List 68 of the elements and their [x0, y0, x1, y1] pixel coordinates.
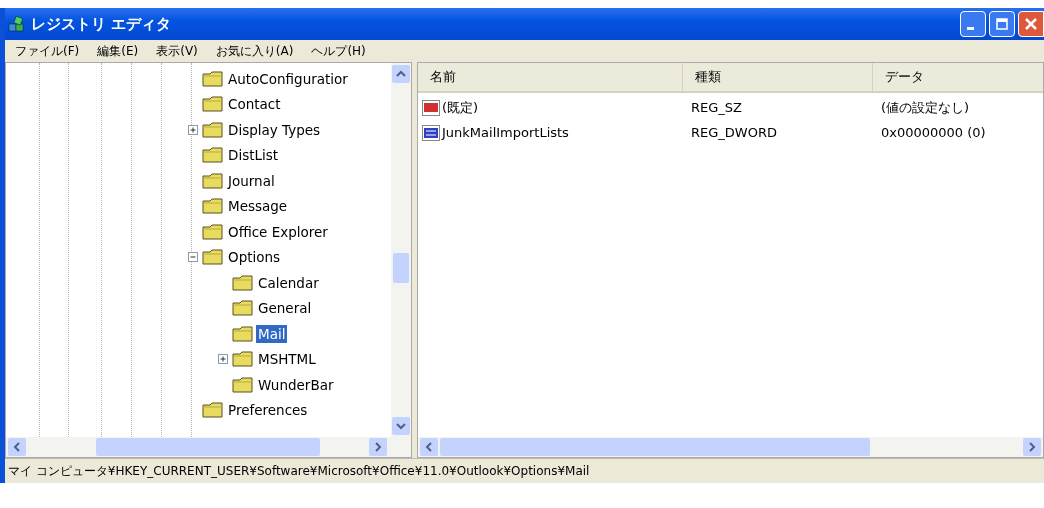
folder-icon: [232, 350, 254, 369]
close-button[interactable]: [1018, 11, 1044, 37]
collapse-icon[interactable]: [188, 252, 198, 263]
tree-item[interactable]: MSHTML: [256, 350, 318, 369]
tree-item[interactable]: WunderBar: [256, 375, 336, 394]
close-icon: [1024, 17, 1038, 31]
horizontal-scrollbar[interactable]: [6, 437, 411, 457]
folder-icon: [202, 401, 224, 420]
folder-icon: [202, 248, 224, 267]
scroll-right-button[interactable]: [1023, 438, 1041, 456]
menu-item[interactable]: 表示(V): [156, 42, 198, 60]
value-data: 0x00000000 (0): [880, 125, 986, 140]
menu-item[interactable]: ヘルプ(H): [311, 42, 366, 60]
menu-item[interactable]: 編集(E): [97, 42, 139, 60]
minimize-button[interactable]: [960, 11, 986, 37]
scroll-thumb[interactable]: [393, 253, 409, 283]
scroll-left-button[interactable]: [8, 438, 26, 456]
tree-item[interactable]: AutoConfiguratior: [226, 69, 350, 88]
folder-icon: [202, 222, 224, 241]
horizontal-scrollbar[interactable]: [418, 437, 1043, 457]
value-data: (値の設定なし): [880, 98, 970, 117]
tree-item[interactable]: Office Explorer: [226, 222, 330, 241]
tree-item[interactable]: Options: [226, 248, 283, 267]
value-type: REG_SZ: [690, 100, 743, 115]
folder-icon: [202, 146, 224, 165]
expand-icon[interactable]: [218, 354, 228, 365]
folder-icon: [202, 69, 224, 88]
menu-item[interactable]: お気に入り(A): [215, 42, 294, 60]
tree-item[interactable]: Contact: [226, 95, 283, 114]
folder-icon: [202, 120, 224, 139]
maximize-button[interactable]: [989, 11, 1015, 37]
vertical-scrollbar[interactable]: [391, 63, 411, 437]
scroll-right-button[interactable]: [369, 438, 387, 456]
status-path: マイ コンピュータ¥HKEY_CURRENT_USER¥Software¥Microsoft¥Office¥11.0¥Outlook¥Options¥Mail: [8, 462, 590, 480]
folder-icon: [202, 171, 224, 190]
maximize-icon: [995, 17, 1009, 31]
menu-item[interactable]: ファイル(F): [15, 42, 80, 60]
tree-item[interactable]: Mail: [256, 324, 288, 343]
scroll-thumb[interactable]: [440, 438, 870, 456]
scroll-down-button[interactable]: [392, 417, 410, 435]
tree-item[interactable]: General: [256, 299, 314, 318]
value-type: REG_DWORD: [690, 125, 778, 140]
folder-icon: [232, 273, 254, 292]
folder-icon: [202, 197, 224, 216]
folder-icon: [232, 375, 254, 394]
registry-cubes-icon: [7, 15, 25, 33]
tree-item[interactable]: Display Types: [226, 120, 323, 139]
tree-item[interactable]: Preferences: [226, 401, 310, 420]
scroll-thumb[interactable]: [95, 438, 320, 456]
expand-icon[interactable]: [188, 124, 198, 135]
binary-value-icon: [422, 124, 440, 141]
column-header[interactable]: 種類: [683, 63, 873, 91]
scroll-left-button[interactable]: [420, 438, 438, 456]
value-name[interactable]: (既定): [442, 98, 479, 117]
folder-icon: [232, 299, 254, 318]
tree-item[interactable]: DistList: [226, 146, 281, 165]
folder-icon: [232, 324, 254, 343]
minimize-icon: [967, 27, 974, 30]
tree-item[interactable]: Message: [226, 197, 290, 216]
tree-item[interactable]: Journal: [226, 171, 277, 190]
folder-icon: [202, 95, 224, 114]
value-name[interactable]: JunkMailImportLists: [442, 125, 569, 140]
window-title: レジストリ エディタ: [31, 14, 172, 34]
string-value-icon: [422, 99, 440, 116]
tree-item[interactable]: Calendar: [256, 273, 321, 292]
scroll-up-button[interactable]: [392, 65, 410, 83]
column-header[interactable]: データ: [873, 63, 1043, 91]
column-header[interactable]: 名前: [418, 63, 683, 91]
